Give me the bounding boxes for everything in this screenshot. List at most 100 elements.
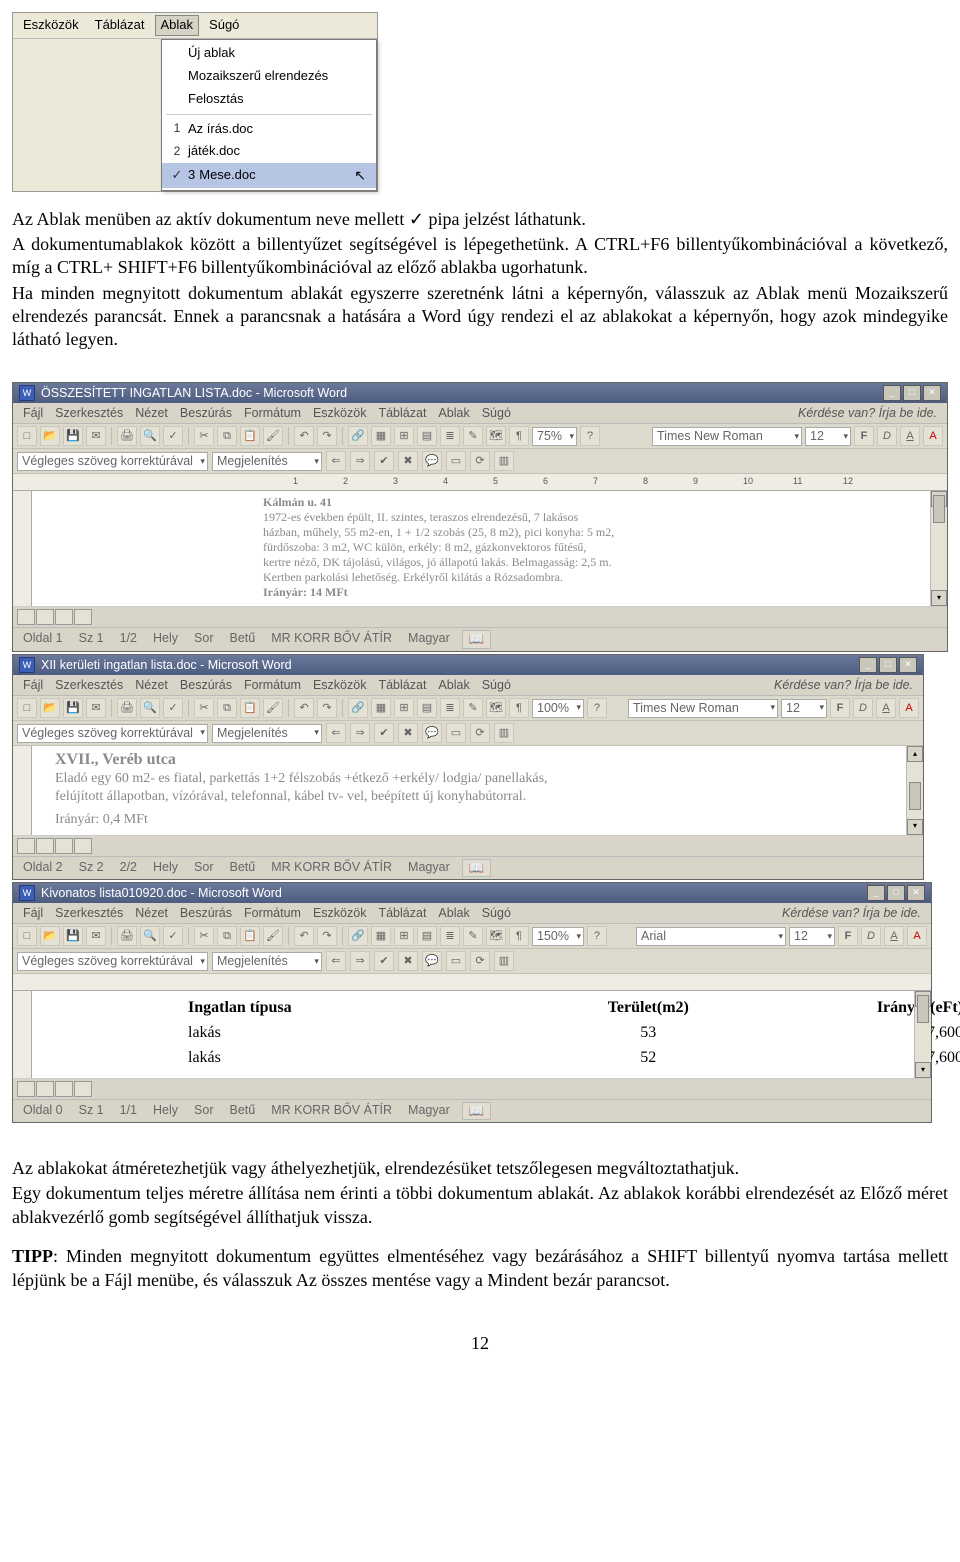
print-icon[interactable]: 🖨 [117, 426, 137, 446]
italic-icon[interactable]: D [877, 426, 897, 446]
zoom-combo[interactable]: 75% [532, 427, 577, 446]
word-window-2: W XII kerületi ingatlan lista.doc - Micr… [12, 654, 924, 880]
check-icon: ✓ [166, 167, 188, 184]
ablak-menu-screenshot: Eszközök Táblázat Ablak Súgó Új ablak Mo… [12, 12, 378, 192]
paste-icon[interactable]: 📋 [240, 426, 260, 446]
show-combo[interactable]: Megjelenítés [212, 452, 322, 471]
titlebar[interactable]: W Kivonatos lista010920.doc - Microsoft … [13, 883, 931, 903]
menuitem-doc1[interactable]: 1Az írás.doc [162, 118, 376, 141]
fontcolor-icon[interactable]: A [923, 426, 943, 446]
menuitem-mozaik[interactable]: Mozaikszerű elrendezés [162, 65, 376, 88]
tipp-paragraph: TIPP: Minden megnyitott dokumentum együt… [12, 1245, 948, 1292]
table-row: lakás 53 7,600 [187, 1022, 960, 1045]
menu-tablazat[interactable]: Táblázat [89, 15, 151, 36]
highlight-icon[interactable]: ▭ [446, 451, 466, 471]
review-display-combo[interactable]: Végleges szöveg korrektúrával [17, 452, 208, 471]
normal-view-icon[interactable] [17, 609, 35, 625]
zoom-combo[interactable]: 150% [532, 927, 584, 946]
body-text: Az ablakokat átméretezhetjük vagy áthely… [12, 1157, 948, 1180]
menu-ablak[interactable]: Ablak [155, 15, 200, 36]
ablak-dropdown: Új ablak Mozaikszerű elrendezés Felosztá… [161, 39, 377, 191]
minimize-button[interactable]: _ [867, 885, 885, 901]
standard-toolbar: □ 📂 💾 ✉ 🖨 🔍 ✓ ✂ ⧉ 📋 🖌 ↶ ↷ 🔗 ▦ ⊞ ▤ ≣ ✎ 🗺 … [13, 424, 947, 449]
word-menubar: Fájl Szerkesztés Nézet Beszúrás Formátum… [13, 403, 947, 424]
underline-icon[interactable]: A [900, 426, 920, 446]
menuitem-felosztas[interactable]: Felosztás [162, 88, 376, 111]
spellcheck-icon[interactable]: ✓ [163, 426, 183, 446]
insert-table-icon[interactable]: ⊞ [394, 426, 414, 446]
ingatlan-table: Ingatlan típusa Terület(m2) Irányár(eFt)… [185, 995, 960, 1071]
comment-icon[interactable]: 💬 [422, 451, 442, 471]
menuitem-doc2[interactable]: 2játék.doc [162, 140, 376, 163]
reviewing-toolbar: Végleges szöveg korrektúrával Megjelenít… [13, 449, 947, 474]
font-combo[interactable]: Arial [636, 927, 786, 946]
ruler[interactable]: 1 2 3 4 5 6 7 8 9 10 11 12 [13, 474, 947, 491]
ask-box[interactable]: Kérdése van? Írja be ide. [794, 405, 941, 421]
help-icon[interactable]: ? [580, 426, 600, 446]
pane-icon[interactable]: ▥ [494, 451, 514, 471]
fontsize-combo[interactable]: 12 [805, 427, 851, 446]
document-area[interactable]: Kálmán u. 41 1972-es években épült, II. … [13, 491, 947, 606]
map-icon[interactable]: 🗺 [486, 426, 506, 446]
new-icon[interactable]: □ [17, 426, 37, 446]
columns-icon[interactable]: ≣ [440, 426, 460, 446]
format-painter-icon[interactable]: 🖌 [263, 426, 283, 446]
font-combo[interactable]: Times New Roman [628, 699, 778, 718]
outline-view-icon[interactable] [74, 609, 92, 625]
document-area[interactable]: XVII., Veréb utca Eladó egy 60 m2- es fi… [13, 746, 923, 835]
mail-icon[interactable]: ✉ [86, 426, 106, 446]
font-combo[interactable]: Times New Roman [652, 427, 802, 446]
drawing-icon[interactable]: ✎ [463, 426, 483, 446]
body-text: Egy dokumentum teljes méretre állítása n… [12, 1182, 948, 1229]
menu-sugo[interactable]: Súgó [203, 15, 245, 36]
menu-eszkozok[interactable]: Eszközök [17, 15, 85, 36]
open-icon[interactable]: 📂 [40, 426, 60, 446]
menubar: Eszközök Táblázat Ablak Súgó [13, 13, 377, 39]
save-icon[interactable]: 💾 [63, 426, 83, 446]
menuitem-doc3[interactable]: ✓ 3 Mese.doc ↖ [162, 163, 376, 187]
status-bar: Oldal 1 Sz 1 1/2 Hely Sor Betű MR KORR B… [13, 627, 947, 650]
print-view-icon[interactable] [55, 609, 73, 625]
fontsize-combo[interactable]: 12 [789, 927, 835, 946]
paragraph-icon[interactable]: ¶ [509, 426, 529, 446]
zoom-combo[interactable]: 100% [532, 699, 584, 718]
menuitem-uj-ablak[interactable]: Új ablak [162, 42, 376, 65]
redo-icon[interactable]: ↷ [317, 426, 337, 446]
undo-icon[interactable]: ↶ [294, 426, 314, 446]
copy-icon[interactable]: ⧉ [217, 426, 237, 446]
tables-icon[interactable]: ▦ [371, 426, 391, 446]
accept-icon[interactable]: ✔ [374, 451, 394, 471]
word-icon: W [19, 385, 35, 401]
titlebar[interactable]: W XII kerületi ingatlan lista.doc - Micr… [13, 655, 923, 675]
word-window-1: W ÖSSZESÍTETT INGATLAN LISTA.doc - Micro… [12, 382, 948, 652]
word-window-3: W Kivonatos lista010920.doc - Microsoft … [12, 882, 932, 1123]
cut-icon[interactable]: ✂ [194, 426, 214, 446]
reject-icon[interactable]: ✖ [398, 451, 418, 471]
bold-icon[interactable]: F [854, 426, 874, 446]
minimize-button[interactable]: _ [859, 657, 877, 673]
document-area[interactable]: Ingatlan típusa Terület(m2) Irányár(eFt)… [13, 991, 931, 1077]
fontsize-combo[interactable]: 12 [781, 699, 827, 718]
tiled-word-windows: W ÖSSZESÍTETT INGATLAN LISTA.doc - Micro… [12, 382, 948, 1123]
close-button[interactable]: ✕ [899, 657, 917, 673]
close-button[interactable]: ✕ [923, 385, 941, 401]
maximize-button[interactable]: □ [903, 385, 921, 401]
cursor-icon: ↖ [354, 166, 366, 184]
track-icon[interactable]: ⟳ [470, 451, 490, 471]
window-title: Kivonatos lista010920.doc - Microsoft Wo… [41, 885, 282, 901]
prev-change-icon[interactable]: ⇐ [326, 451, 346, 471]
preview-icon[interactable]: 🔍 [140, 426, 160, 446]
titlebar[interactable]: W ÖSSZESÍTETT INGATLAN LISTA.doc - Micro… [13, 383, 947, 403]
excel-icon[interactable]: ▤ [417, 426, 437, 446]
next-change-icon[interactable]: ⇒ [350, 451, 370, 471]
web-view-icon[interactable] [36, 609, 54, 625]
maximize-button[interactable]: □ [879, 657, 897, 673]
maximize-button[interactable]: □ [887, 885, 905, 901]
body-text: Ha minden megnyitott dokumentum ablakát … [12, 282, 948, 352]
page-number: 12 [12, 1332, 948, 1355]
body-text: A dokumentumablakok között a billentyűze… [12, 233, 948, 280]
hyperlink-icon[interactable]: 🔗 [348, 426, 368, 446]
minimize-button[interactable]: _ [883, 385, 901, 401]
body-text: Az Ablak menüben az aktív dokumentum nev… [12, 208, 948, 231]
close-button[interactable]: ✕ [907, 885, 925, 901]
